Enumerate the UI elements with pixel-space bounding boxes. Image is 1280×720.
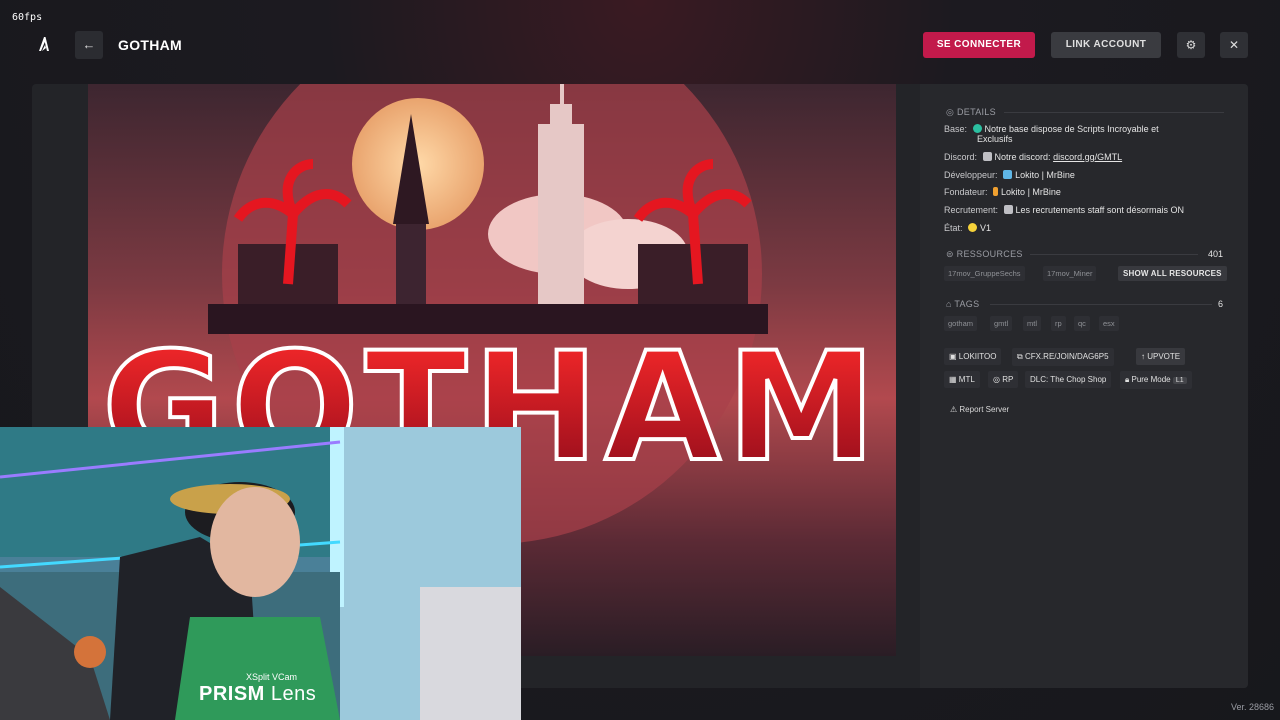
tag-chip[interactable]: rp: [1051, 316, 1066, 331]
detail-key: Base:: [944, 124, 968, 134]
settings-button[interactable]: ⚙: [1177, 32, 1205, 58]
detail-value: Notre base dispose de Scripts Incroyable…: [984, 124, 1159, 134]
gamepad-icon: ◎: [993, 375, 1003, 384]
sun-icon: [968, 223, 978, 232]
app-logo-icon[interactable]: [36, 36, 54, 54]
detail-key: État:: [944, 223, 963, 233]
globe-icon: [972, 124, 982, 133]
speaker-icon: [982, 152, 992, 161]
warning-icon: ⚠: [950, 405, 960, 414]
join-link-button[interactable]: ⧉ CFX.RE/JOIN/DAG6P5: [1012, 348, 1114, 366]
dlc-badge: DLC: The Chop Shop: [1025, 371, 1112, 388]
gear-icon: ⚙: [1185, 38, 1197, 52]
resource-chip[interactable]: 17mov_Miner: [1043, 266, 1097, 281]
detail-value: Notre discord:: [994, 152, 1051, 162]
detail-row-discord: Discord: Notre discord: discord.gg/GMTL: [944, 152, 1122, 162]
user-icon: ▣: [949, 352, 959, 361]
details-heading: ◎ DETAILS: [946, 107, 996, 117]
detail-value: V1: [980, 223, 992, 233]
version-label: Ver. 28686: [1230, 702, 1274, 712]
divider: [1004, 112, 1224, 113]
back-button[interactable]: ←: [75, 31, 103, 59]
speaker-icon: [1003, 205, 1013, 214]
detail-row-base-cont: Exclusifs: [977, 134, 1013, 144]
divider: [990, 304, 1212, 305]
resources-heading: ⊜ RESSOURCES: [946, 249, 1023, 259]
page-title: GOTHAM: [118, 37, 183, 53]
vcam-brand-label: XSplit VCam: [246, 672, 298, 682]
tags-heading: ⌂ TAGS: [946, 299, 980, 309]
show-all-resources-button[interactable]: SHOW ALL RESOURCES: [1118, 266, 1227, 281]
detail-key: Discord:: [944, 152, 978, 162]
discord-link[interactable]: discord.gg/GMTL: [1053, 152, 1122, 162]
divider: [1030, 254, 1198, 255]
owner-button[interactable]: ▣ LOKIITOO: [944, 348, 1002, 365]
detail-key: Développeur:: [944, 170, 998, 180]
fps-counter: 60fps: [12, 12, 43, 23]
detail-row-developer: Développeur: Lokito | MrBine: [944, 170, 1075, 180]
copy-icon: ⧉: [1017, 352, 1025, 361]
tag-chip[interactable]: gotham: [944, 316, 978, 331]
upvote-button[interactable]: ↑ UPVOTE: [1136, 348, 1186, 365]
tag-chip[interactable]: gmtl: [990, 316, 1013, 331]
top-bar: ← GOTHAM SE CONNECTER LINK ACCOUNT ⚙ ✕: [0, 30, 1280, 62]
resources-count: 401: [1208, 249, 1224, 259]
lightning-icon: [993, 187, 999, 196]
prism-lens-logo: PRISM Lens: [199, 683, 317, 705]
detail-key: Recrutement:: [944, 205, 999, 215]
close-button[interactable]: ✕: [1220, 32, 1248, 58]
detail-value: Exclusifs: [977, 134, 1013, 144]
tag-chip[interactable]: mtl: [1023, 316, 1041, 331]
resource-chip[interactable]: 17mov_GruppeSechs: [944, 266, 1025, 281]
tags-count: 6: [1218, 299, 1224, 309]
gametype-badge: ◎ RP: [988, 371, 1019, 388]
detail-value: Lokito | MrBine: [1001, 187, 1061, 197]
detail-row-recruitment: Recrutement: Les recrutements staff sont…: [944, 205, 1184, 215]
tag-chip[interactable]: qc: [1074, 316, 1090, 331]
detail-row-base: Base: Notre base dispose de Scripts Incr…: [944, 124, 1159, 134]
detail-value: Lokito | MrBine: [1015, 170, 1075, 180]
flag-icon: ▦: [949, 375, 959, 384]
report-server-button[interactable]: ⚠ Report Server: [950, 405, 1009, 414]
close-icon: ✕: [1228, 38, 1240, 52]
connect-button[interactable]: SE CONNECTER: [923, 32, 1035, 58]
arrow-left-icon: ←: [82, 37, 96, 52]
pure-level-badge: L1: [1172, 377, 1187, 384]
link-account-button[interactable]: LINK ACCOUNT: [1051, 32, 1161, 58]
tag-chip[interactable]: esx: [1099, 316, 1119, 331]
detail-row-founder: Fondateur: Lokito | MrBine: [944, 187, 1061, 197]
locale-badge: ▦ MTL: [944, 371, 980, 388]
pure-mode-badge: 🔒︎ Pure Mode L1: [1120, 371, 1192, 389]
computer-icon: [1003, 170, 1013, 179]
detail-key: Fondateur:: [944, 187, 988, 197]
detail-row-state: État: V1: [944, 223, 991, 233]
detail-value: Les recrutements staff sont désormais ON: [1015, 205, 1184, 215]
